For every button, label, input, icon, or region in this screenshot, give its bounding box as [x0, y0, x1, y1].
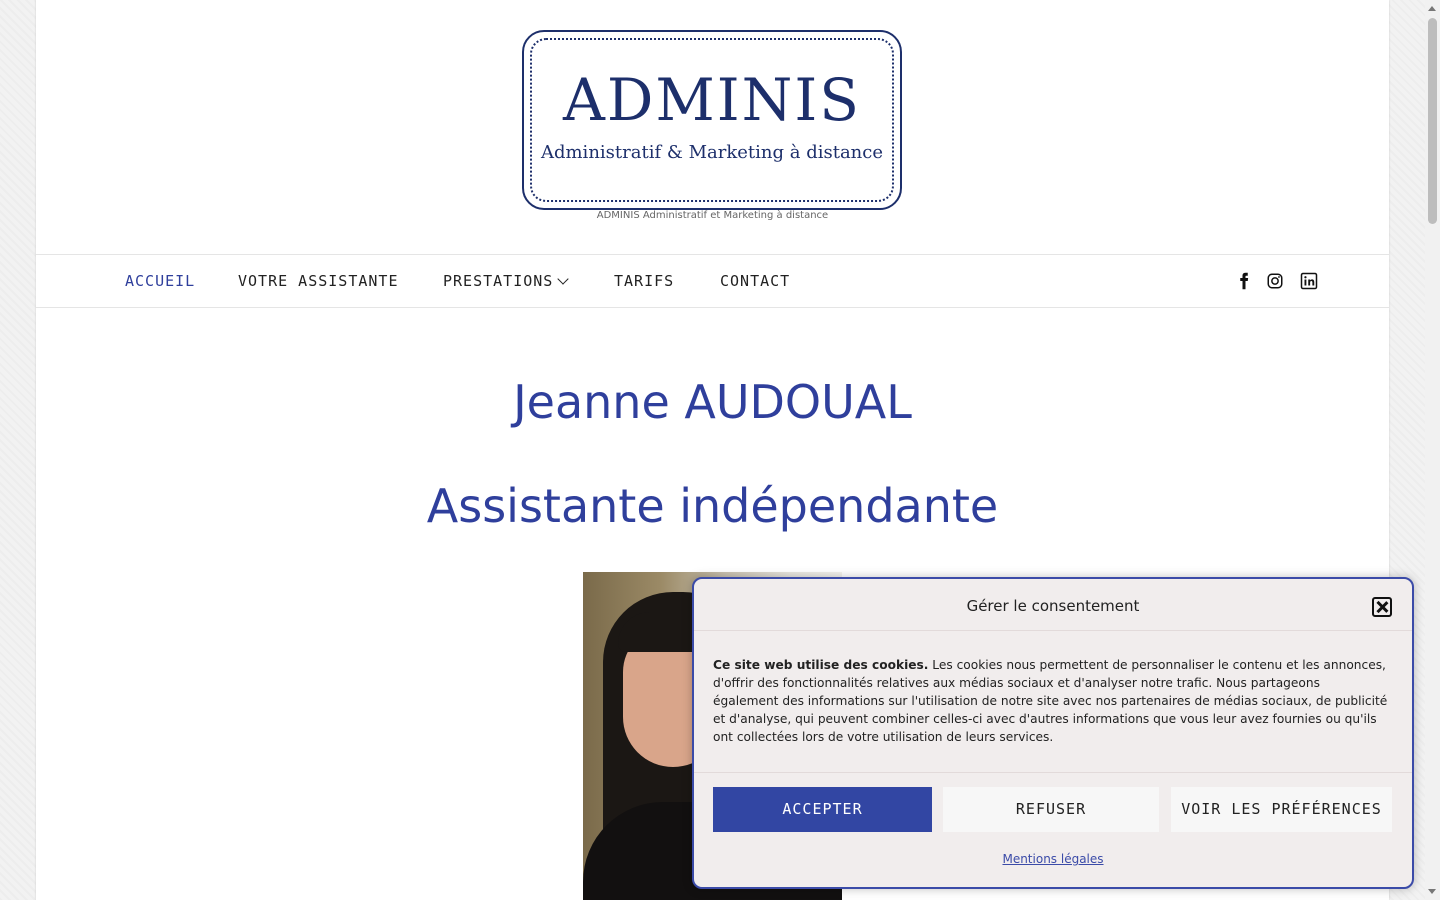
page-scrollbar[interactable] — [1425, 0, 1440, 900]
nav-item-tarifs[interactable]: TARIFS — [614, 255, 674, 307]
consent-message-bold: Ce site web utilise des cookies. — [713, 658, 929, 672]
site-tagline: ADMINIS Administratif et Marketing à dis… — [596, 210, 829, 221]
divider — [694, 630, 1412, 631]
legal-notice-link[interactable]: Mentions légales — [694, 852, 1412, 866]
scroll-thumb[interactable] — [1428, 18, 1437, 224]
nav-item-votre-assistante[interactable]: VOTRE ASSISTANTE — [238, 255, 399, 307]
consent-title: Gérer le consentement — [966, 597, 1140, 615]
nav-item-contact[interactable]: CONTACT — [720, 255, 790, 307]
consent-message: Ce site web utilise des cookies. Les coo… — [713, 656, 1388, 746]
accept-button[interactable]: ACCEPTER — [713, 787, 932, 832]
scroll-down-icon[interactable] — [1428, 889, 1436, 894]
divider — [694, 772, 1412, 773]
main-nav: ACCUEIL VOTRE ASSISTANTE PRESTATIONS TAR… — [36, 254, 1389, 308]
nav-item-prestations-label: PRESTATIONS — [443, 272, 554, 290]
page-title: Jeanne AUDOUAL — [513, 375, 912, 429]
linkedin-icon[interactable] — [1300, 272, 1318, 290]
logo-title: ADMINIS — [562, 66, 862, 134]
instagram-icon[interactable] — [1266, 272, 1284, 290]
close-icon[interactable] — [1372, 597, 1392, 617]
chevron-down-icon — [557, 273, 570, 285]
cookie-consent-dialog: Gérer le consentement Ce site web utilis… — [692, 577, 1414, 889]
logo-subtitle: Administratif & Marketing à distance — [540, 142, 884, 163]
nav-item-accueil[interactable]: ACCUEIL — [125, 255, 195, 307]
site-logo[interactable]: ADMINIS Administratif & Marketing à dist… — [522, 30, 902, 210]
nav-item-prestations[interactable]: PRESTATIONS — [443, 255, 570, 307]
facebook-icon[interactable] — [1235, 272, 1253, 290]
scroll-up-icon[interactable] — [1428, 6, 1436, 11]
page-subtitle: Assistante indépendante — [426, 479, 999, 533]
refuse-button[interactable]: REFUSER — [943, 787, 1159, 832]
preferences-button[interactable]: VOIR LES PRÉFÉRENCES — [1171, 787, 1392, 832]
